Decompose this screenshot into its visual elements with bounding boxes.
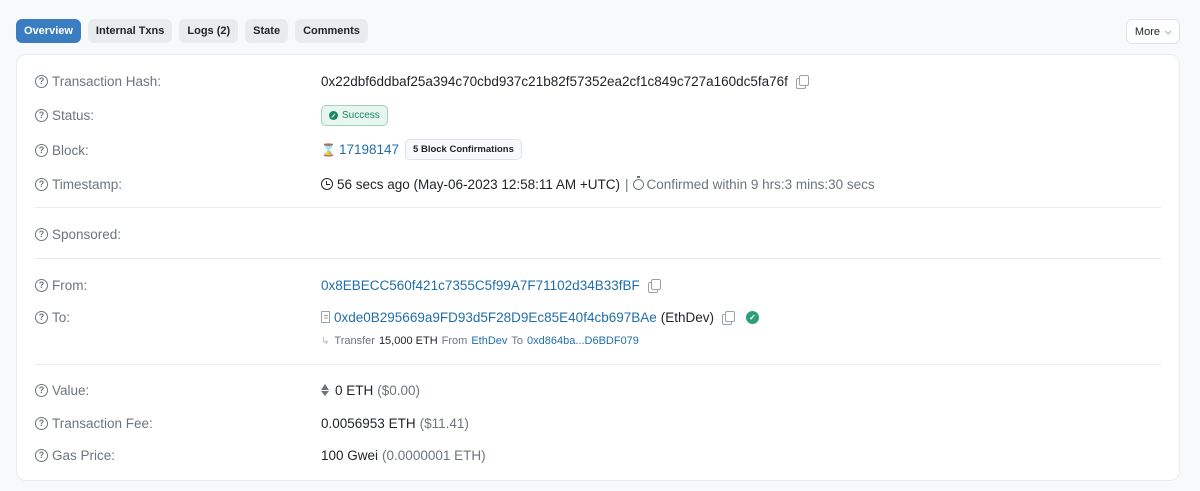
to-name-tag: (EthDev) [660,309,715,325]
fee-label: ? Transaction Fee: [35,416,153,431]
status-text: Success [342,110,380,121]
help-icon[interactable]: ? [35,448,48,462]
tx-hash-row: ? Transaction Hash: 0x22dbf6ddbaf25a394c… [35,70,1161,92]
gas-row: ? Gas Price: 100 Gwei (0.0000001 ETH) [35,444,1161,466]
status-row: ? Status: ✓ Success [35,104,1161,126]
tx-hash-value: 0x22dbf6ddbaf25a394c70cbd937c21b82f57352… [321,73,809,89]
status-label-text: Status: [52,107,95,123]
tx-hash-text: 0x22dbf6ddbaf25a394c70cbd937c21b82f57352… [321,73,788,89]
fee-eth: 0.0056953 ETH [321,415,416,431]
tab-state[interactable]: State [245,19,289,43]
transaction-details-card: ? Transaction Hash: 0x22dbf6ddbaf25a394c… [16,54,1180,481]
transfer-from-word: From [441,335,468,347]
block-row: ? Block: ⌛ 17198147 5 Block Confirmation… [35,139,1161,161]
clock-icon [321,178,333,190]
to-label-text: To: [52,309,71,325]
divider [35,364,1161,365]
transfer-amount: 15,000 ETH [378,335,438,347]
more-dropdown-button[interactable]: More ⌵ [1126,19,1180,44]
token-transfer-line: ↳ Transfer 15,000 ETH From EthDev To 0xd… [321,335,639,347]
status-value: ✓ Success [321,105,388,126]
from-value: 0x8EBECC560f421c7355C5f99A7F71102d34B33f… [321,278,661,293]
transfer-from-link[interactable]: EthDev [471,335,507,347]
copy-icon[interactable] [722,310,736,325]
to-label: ? To: [35,310,70,325]
timestamp-separator: | [625,176,629,192]
tab-comments[interactable]: Comments [295,19,368,43]
block-number-link[interactable]: 17198147 [339,142,399,157]
value-usd: ($0.00) [377,382,421,398]
from-label: ? From: [35,278,87,293]
status-badge: ✓ Success [321,105,388,126]
to-value: 0xde0B295669a9FD93d5F28D9Ec85E40f4cb697B… [321,309,760,325]
help-icon[interactable]: ? [35,177,48,191]
tab-internal-txns[interactable]: Internal Txns [87,19,173,43]
help-icon[interactable]: ? [35,74,48,88]
fee-usd: ($11.41) [419,415,469,431]
timer-icon [632,175,644,190]
tab-logs[interactable]: Logs (2) [179,19,239,43]
gas-label-text: Gas Price: [52,447,116,463]
fee-label-text: Transaction Fee: [52,415,153,431]
transfer-word: Transfer [334,335,375,347]
tab-overview[interactable]: Overview [16,19,81,43]
tx-hash-label-text: Transaction Hash: [52,73,162,89]
sponsored-label: ? Sponsored: [35,227,121,242]
copy-icon[interactable] [647,278,661,293]
timestamp-text: 56 secs ago (May-06-2023 12:58:11 AM +UT… [337,176,621,192]
gas-eth: (0.0000001 ETH) [382,447,486,463]
verified-check-icon: ✓ [746,310,760,324]
value-eth: 0 ETH [335,382,374,398]
value-value: 0 ETH ($0.00) [321,383,420,398]
gas-label: ? Gas Price: [35,448,115,463]
tx-hash-label: ? Transaction Hash: [35,74,161,89]
block-confirmations-badge: 5 Block Confirmations [405,139,522,160]
to-row: ? To: 0xde0B295669a9FD93d5F28D9Ec85E40f4… [35,306,1161,328]
divider [35,207,1161,208]
fee-value: 0.0056953 ETH ($11.41) [321,416,469,431]
status-label: ? Status: [35,108,94,123]
more-label: More [1134,25,1160,38]
from-row: ? From: 0x8EBECC560f421c7355C5f99A7F7110… [35,274,1161,296]
value-label-text: Value: [52,382,90,398]
timestamp-label: ? Timestamp: [35,177,122,192]
block-value: ⌛ 17198147 5 Block Confirmations [321,139,522,160]
timestamp-row: ? Timestamp: 56 secs ago (May-06-2023 12… [35,173,1161,195]
ethereum-icon [321,384,329,396]
from-label-text: From: [52,277,88,293]
help-icon[interactable]: ? [35,278,48,292]
help-icon[interactable]: ? [35,143,48,157]
hourglass-icon: ⌛ [321,142,336,157]
help-icon[interactable]: ? [35,310,48,324]
timestamp-value: 56 secs ago (May-06-2023 12:58:11 AM +UT… [321,175,875,192]
sponsored-row: ? Sponsored: [35,223,1161,245]
fee-row: ? Transaction Fee: 0.0056953 ETH ($11.41… [35,412,1161,434]
help-icon[interactable]: ? [35,416,48,430]
gas-value: 100 Gwei (0.0000001 ETH) [321,448,486,463]
from-address-link[interactable]: 0x8EBECC560f421c7355C5f99A7F71102d34B33f… [321,278,640,293]
block-label-text: Block: [52,142,89,158]
to-address-link[interactable]: 0xde0B295669a9FD93d5F28D9Ec85E40f4cb697B… [334,310,657,325]
gas-gwei: 100 Gwei [321,447,379,463]
contract-file-icon [321,311,330,323]
block-label: ? Block: [35,143,89,158]
value-label: ? Value: [35,383,89,398]
divider [35,258,1161,259]
transfer-to-word: To [511,335,524,347]
sub-arrow-icon: ↳ [321,335,330,347]
help-icon[interactable]: ? [35,383,48,397]
sponsored-label-text: Sponsored: [52,226,122,242]
transfer-to-link[interactable]: 0xd864ba...D6BDF079 [527,335,639,347]
help-icon[interactable]: ? [35,108,48,122]
confirmed-within-text: Confirmed within 9 hrs:3 mins:30 secs [646,176,875,192]
chevron-down-icon: ⌵ [1164,27,1172,36]
help-icon[interactable]: ? [35,227,48,241]
value-row: ? Value: 0 ETH ($0.00) [35,379,1161,401]
copy-icon[interactable] [795,74,809,89]
tab-bar: Overview Internal Txns Logs (2) State Co… [16,19,368,43]
timestamp-label-text: Timestamp: [52,176,123,192]
check-circle-icon: ✓ [329,111,338,120]
